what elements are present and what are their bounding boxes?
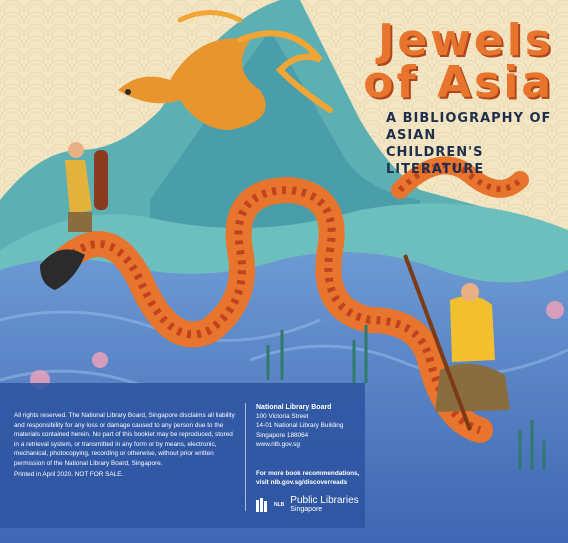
logo-text: Public Libraries Singapore bbox=[290, 495, 358, 514]
title-line-1: Jewels bbox=[378, 15, 554, 66]
contact-address-2: 14-01 National Library Building bbox=[256, 422, 344, 430]
nlb-logo-mark: NLB bbox=[256, 497, 285, 512]
library-icon bbox=[256, 497, 267, 512]
nlb-logo: NLB Public Libraries Singapore bbox=[256, 495, 359, 514]
legal-disclaimer: All rights reserved. The National Librar… bbox=[14, 412, 235, 467]
recs-line-2[interactable]: visit nlb.gov.sg/discoverreads bbox=[256, 478, 359, 487]
recommendations: For more book recommendations, visit nlb… bbox=[256, 469, 359, 487]
contact-address-1: 100 Victoria Street bbox=[256, 413, 309, 421]
cover-subtitle: a bibliography of asian children's liter… bbox=[386, 110, 568, 178]
cover-title: Jewels of Asia bbox=[363, 15, 554, 108]
printed-note: Printed in April 2020. NOT FOR SALE. bbox=[14, 471, 124, 478]
woman bbox=[450, 296, 495, 362]
contact-website[interactable]: www.nlb.gov.sg bbox=[256, 440, 343, 449]
logo-main-text: Public Libraries bbox=[290, 495, 359, 506]
subtitle-line-1: a bibliography of asian bbox=[386, 111, 552, 143]
contact-address-3: Singapore 188064 bbox=[256, 431, 309, 439]
title-line-2: of Asia bbox=[363, 57, 554, 108]
contact-org: National Library Board bbox=[256, 404, 332, 411]
recs-line-1: For more book recommendations, bbox=[256, 470, 360, 477]
panel-divider bbox=[245, 403, 246, 511]
info-panel: All rights reserved. The National Librar… bbox=[0, 383, 568, 528]
contact-block: National Library Board 100 Victoria Stre… bbox=[256, 403, 343, 449]
nlb-label: NLB bbox=[274, 501, 285, 508]
logo-sub-text: Singapore bbox=[290, 506, 323, 513]
subtitle-line-2: children's literature bbox=[386, 145, 485, 177]
